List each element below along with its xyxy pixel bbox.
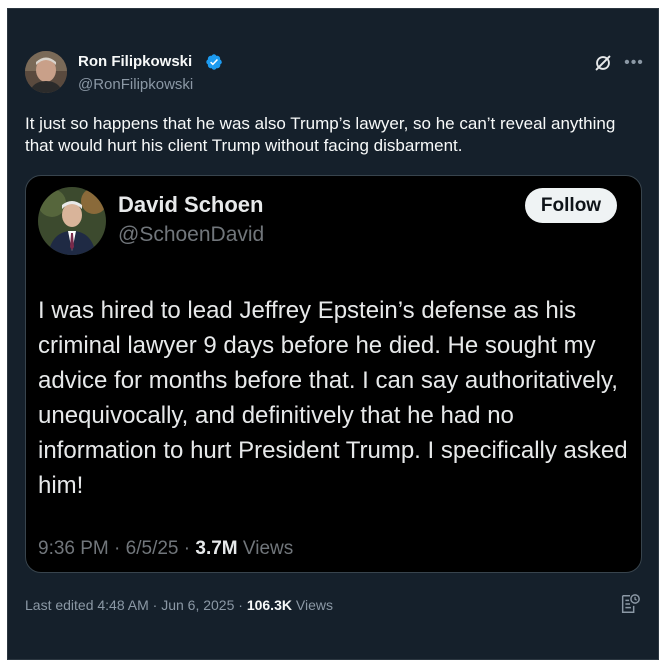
- grok-icon[interactable]: [592, 52, 614, 74]
- quoted-views-label: Views: [242, 538, 294, 559]
- separator: ·: [114, 538, 121, 559]
- author-name[interactable]: Ron Filipkowski: [78, 53, 192, 70]
- quoted-tweet-time[interactable]: 9:36 PM: [38, 538, 109, 559]
- views-label: Views: [295, 597, 333, 613]
- quoted-tweet[interactable]: David Schoen @SchoenDavid Follow I was h…: [25, 175, 642, 573]
- quoted-tweet-text: I was hired to lead Jeffrey Epstein’s de…: [38, 297, 628, 499]
- separator: ·: [238, 597, 243, 613]
- quoted-author-handle[interactable]: @SchoenDavid: [118, 223, 264, 247]
- quoted-views-count: 3.7M: [195, 538, 238, 559]
- author-handle[interactable]: @RonFilipkowski: [78, 76, 193, 93]
- quoted-tweet-date[interactable]: 6/5/25: [126, 538, 179, 559]
- last-edited-link[interactable]: Last edited 4:48 AM · Jun 6, 2025: [25, 597, 234, 613]
- separator: ·: [183, 538, 191, 559]
- edit-history-icon[interactable]: [619, 592, 641, 616]
- tweet-card: Ron Filipkowski @RonFilipkowski ••• It j…: [7, 8, 659, 660]
- views-count: 106.3K: [246, 597, 292, 613]
- tweet-text: It just so happens that he was also Trum…: [25, 114, 616, 155]
- quoted-tweet-meta: 9:36 PM · 6/5/25 · 3.7M Views: [38, 538, 293, 560]
- more-options-icon[interactable]: •••: [623, 53, 645, 73]
- tweet-footer-meta: Last edited 4:48 AM · Jun 6, 2025 · 106.…: [25, 597, 333, 613]
- quoted-author-avatar[interactable]: [38, 187, 106, 255]
- verified-badge-icon: [206, 54, 222, 70]
- author-avatar[interactable]: [25, 51, 67, 93]
- follow-button[interactable]: Follow: [525, 188, 617, 223]
- quoted-author-name[interactable]: David Schoen: [118, 192, 263, 218]
